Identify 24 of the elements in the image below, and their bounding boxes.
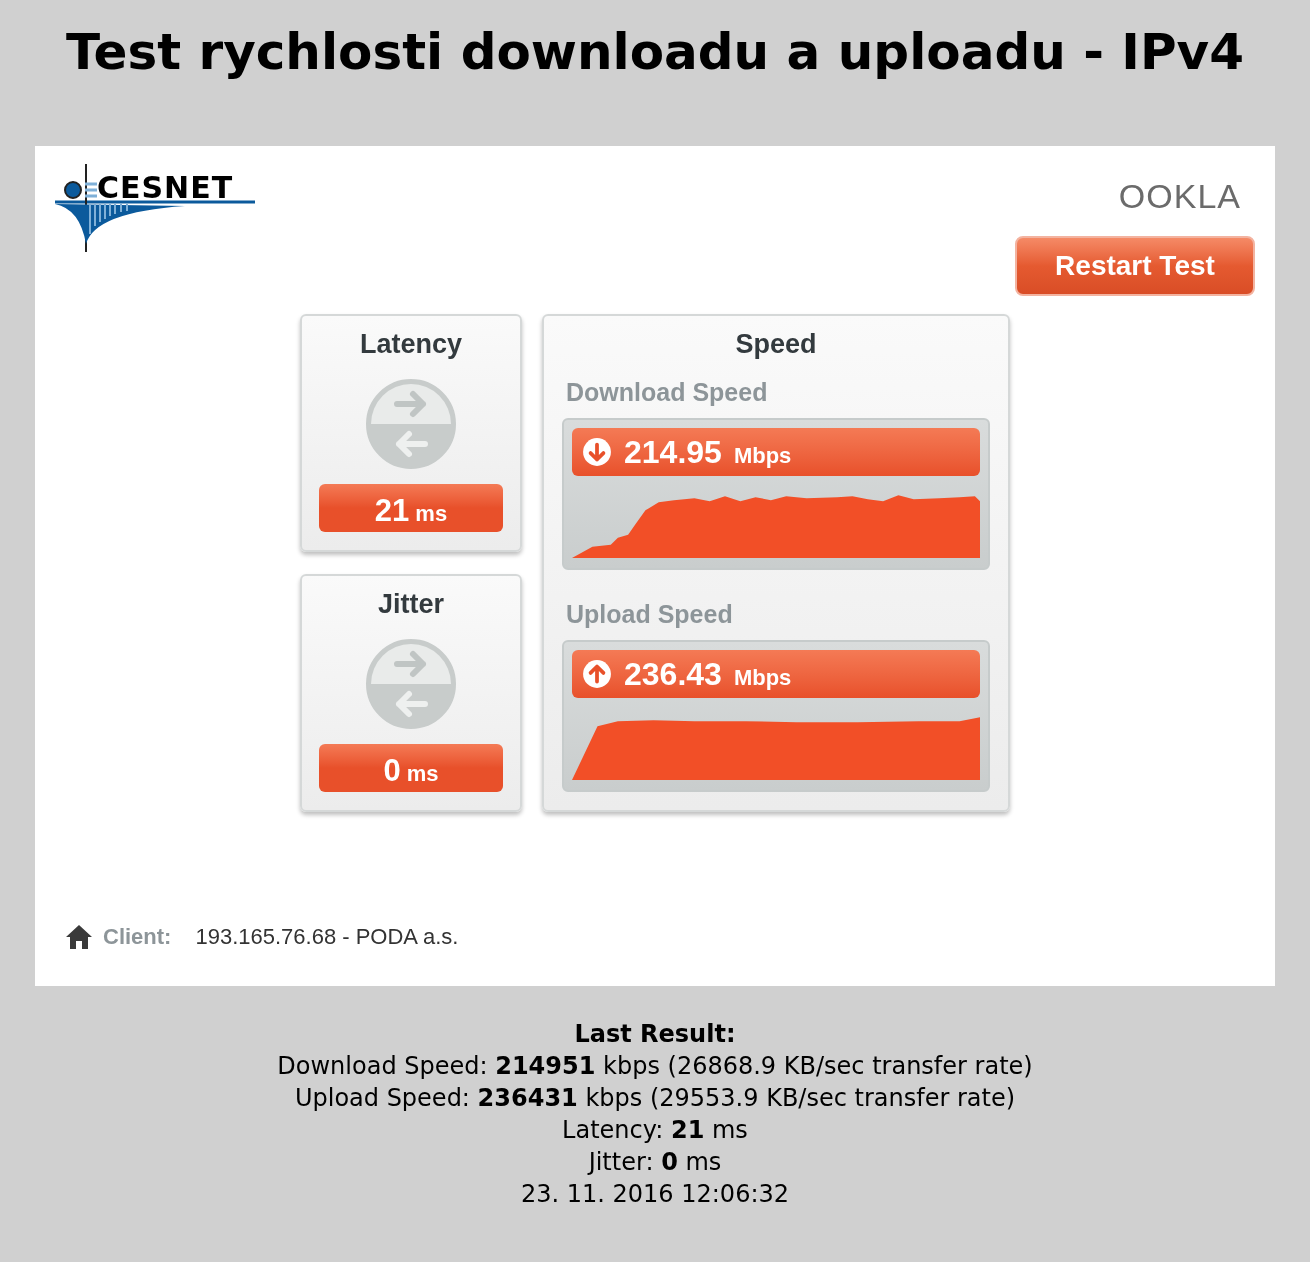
speed-label: Download Speed <box>565 377 769 408</box>
result-line: Upload Speed: 236431 kbps (29553.9 KB/sec transfer rate) <box>294 1083 1016 1114</box>
exchange-arrows-icon <box>365 638 457 730</box>
cesnet-logo: CESNET <box>55 164 257 254</box>
ookla-logo: OOKLA <box>1118 178 1241 214</box>
result-line: Jitter: 0 ms <box>588 1147 722 1178</box>
speed-value: 236.43 Mbps <box>572 650 980 698</box>
result-line: Download Speed: 214951 kbps (26868.9 KB/sec transfer rate) <box>277 1051 1033 1082</box>
speed-label: Upload Speed <box>565 599 734 630</box>
result-line: 23. 11. 2016 12:06:32 <box>520 1179 790 1210</box>
page-title: Test rychlosti downloadu a uploadu - IPv4 <box>66 22 1244 83</box>
metric-title: Jitter <box>378 588 444 621</box>
client-value: 193.165.76.68 - PODA a.s. <box>195 923 459 951</box>
speed-title: Speed <box>735 328 817 361</box>
restart-test-button[interactable]: Restart Test <box>1015 236 1255 296</box>
metric-value: 0 ms <box>319 744 503 792</box>
exchange-arrows-icon <box>365 378 457 470</box>
metric-title: Latency <box>359 328 462 361</box>
metric-value: 21 ms <box>319 484 503 532</box>
result-line: Latency: 21 ms <box>562 1115 748 1146</box>
client-label: Client: <box>103 923 172 951</box>
home-icon <box>65 923 93 950</box>
last-result-title: Last Result: <box>574 1019 736 1050</box>
speed-value: 214.95 Mbps <box>572 428 980 476</box>
